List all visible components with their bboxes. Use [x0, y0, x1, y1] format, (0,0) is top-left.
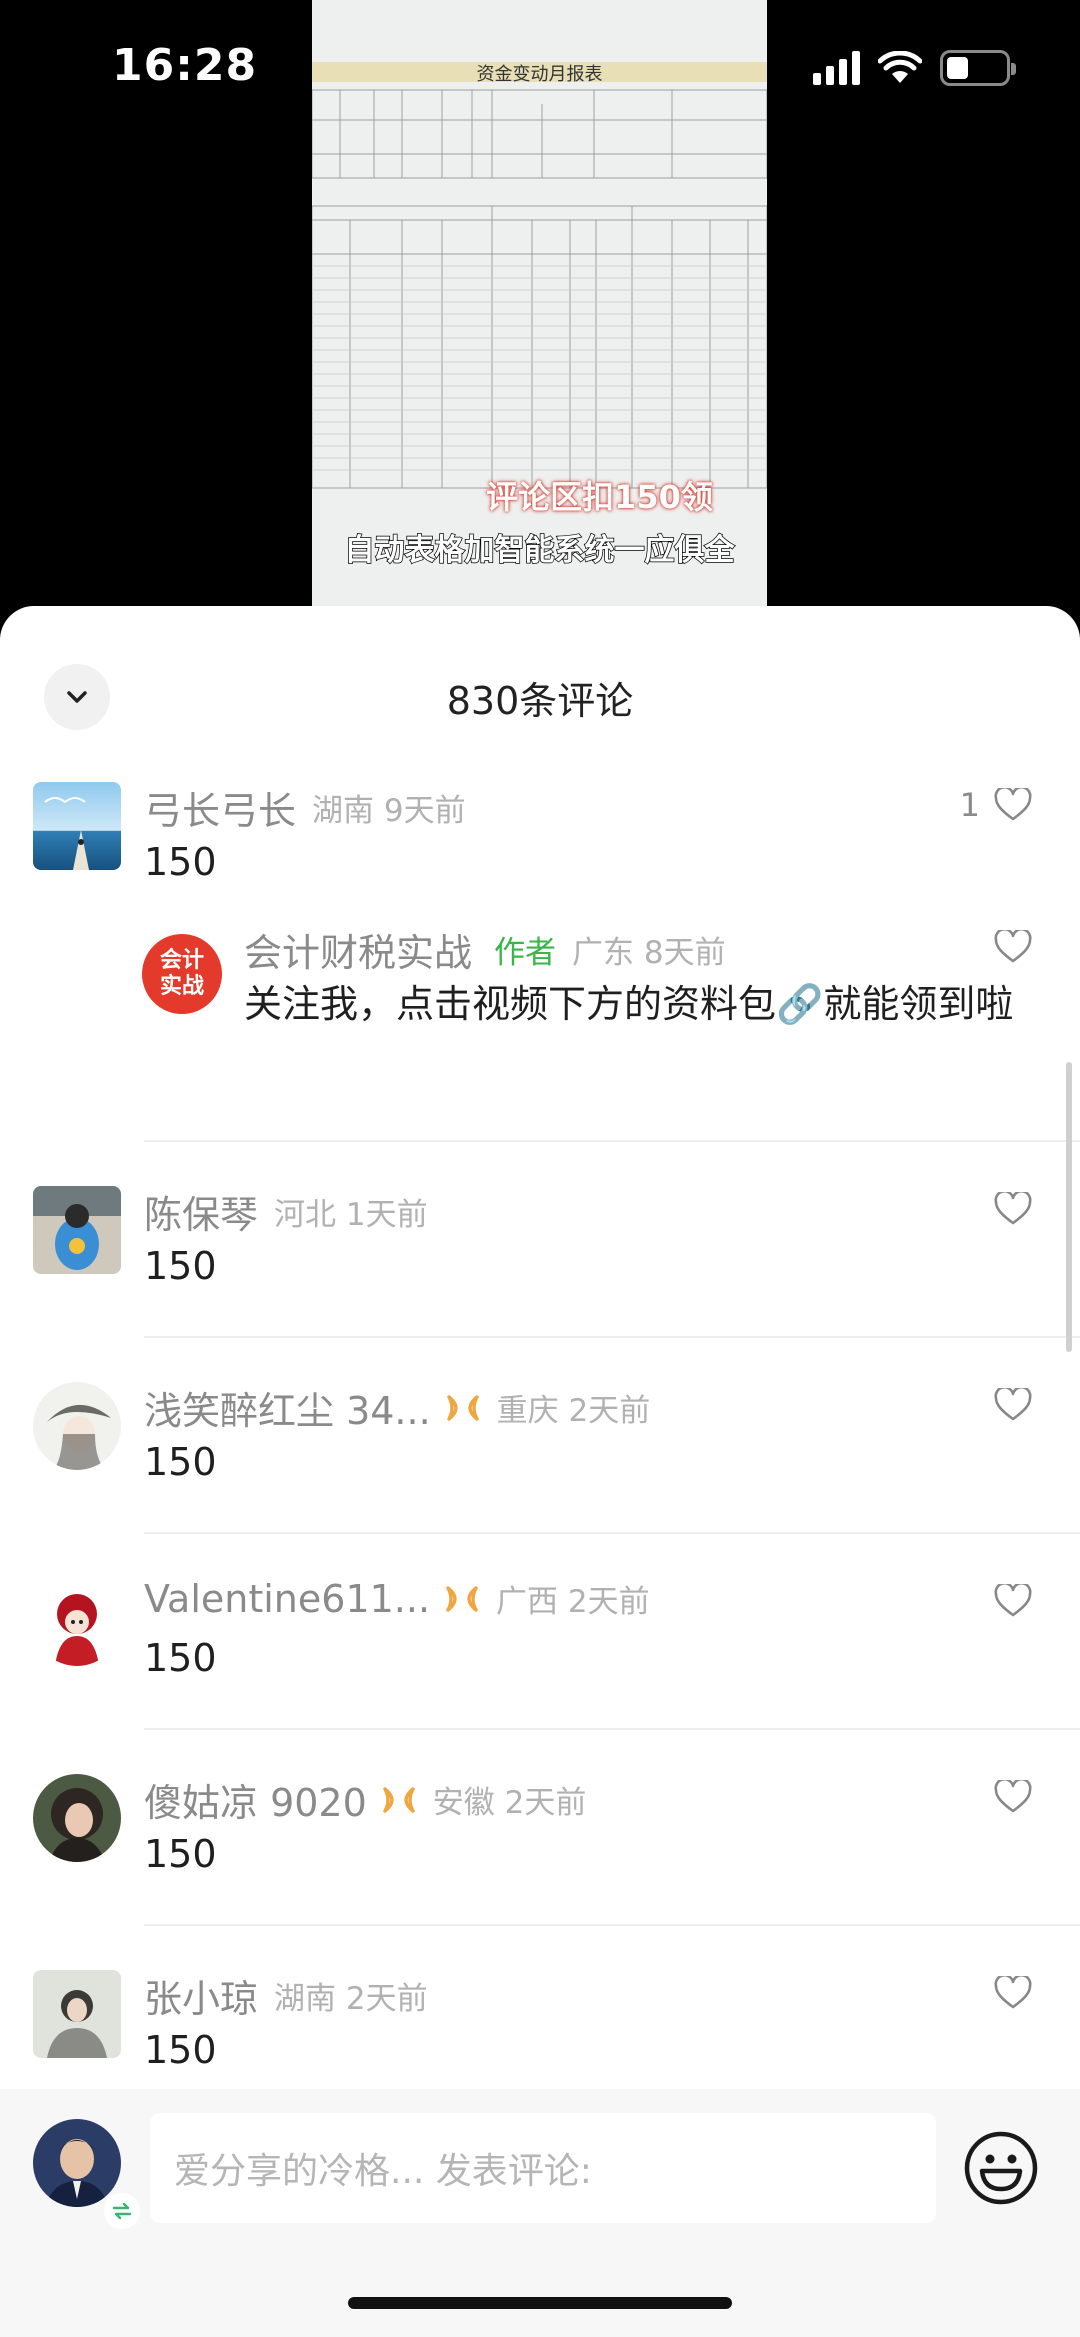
emoji-icon[interactable] — [962, 2129, 1040, 2207]
switch-account-icon[interactable] — [104, 2193, 140, 2229]
comment-reply-item: 会计 实战 会计财税实战 作者 广东 8天前 关注我，点击视频下方的资料包🔗就能… — [0, 906, 1080, 1142]
comment-text: 150 — [144, 1440, 217, 1484]
author-avatar-label: 会计 实战 — [159, 948, 204, 999]
heart-icon — [994, 930, 1032, 963]
comment-author[interactable]: Valentine611... — [144, 1577, 430, 1621]
status-icons — [813, 50, 1016, 86]
comment-header: 傻姑凉 9020 安徽 2天前 — [144, 1772, 586, 1827]
heart-icon — [994, 788, 1032, 821]
comment-header: 陈保琴 河北 1天前 — [144, 1184, 428, 1239]
comment-item: Valentine611... 广西 2天前 150 — [0, 1534, 1080, 1730]
avatar[interactable] — [33, 1186, 121, 1274]
comment-location-time: 广东 8天前 — [572, 935, 726, 971]
comment-header: 浅笑醉红尘 34... 重庆 2天前 — [144, 1380, 650, 1435]
comment-item: 张小琼 湖南 2天前 150 — [0, 1926, 1080, 2082]
comment-location-time: 湖南 9天前 — [312, 793, 466, 829]
vip-bow-icon — [446, 1394, 479, 1421]
comment-location-time: 安徽 2天前 — [432, 1785, 587, 1821]
comment-author[interactable]: 张小琼 — [144, 1968, 258, 2023]
comment-location-time: 河北 1天前 — [274, 1197, 428, 1233]
my-avatar[interactable] — [33, 2119, 121, 2207]
like-button[interactable] — [994, 1976, 1032, 2010]
comment-author[interactable]: 弓长弓长 — [144, 780, 296, 835]
like-button[interactable] — [994, 1584, 1032, 1618]
comment-item: 浅笑醉红尘 34... 重庆 2天前 150 — [0, 1338, 1080, 1534]
comment-text: 150 — [144, 1636, 217, 1680]
video-caption-subtitle: 自动表格加智能系统一应俱全 — [344, 532, 736, 569]
comment-item: 弓长弓长 湖南 9天前 150 1 — [0, 776, 1080, 906]
spreadsheet-grid — [312, 89, 767, 489]
comment-header: 弓长弓长 湖南 9天前 — [144, 780, 466, 835]
comment-text: 150 — [144, 840, 217, 884]
comment-text: 150 — [144, 1832, 217, 1876]
status-time: 16:28 — [112, 40, 258, 91]
avatar[interactable] — [33, 1970, 121, 2058]
comments-sheet: 830条评论 弓长弓长 湖南 9天前 150 1 会计 实战 会计财税实战 作者… — [0, 606, 1080, 2337]
heart-icon — [994, 1780, 1032, 1813]
heart-icon — [994, 1976, 1032, 2009]
comment-list[interactable]: 弓长弓长 湖南 9天前 150 1 会计 实战 会计财税实战 作者 广东 8天前… — [0, 776, 1080, 2082]
comments-scrollbar[interactable] — [1066, 1062, 1072, 1352]
signal-icon — [813, 51, 860, 85]
comment-item: 傻姑凉 9020 安徽 2天前 150 — [0, 1730, 1080, 1926]
avatar[interactable] — [33, 1578, 121, 1666]
heart-icon — [994, 1192, 1032, 1225]
like-count: 1 — [959, 786, 980, 824]
avatar[interactable] — [33, 1774, 121, 1862]
comment-author[interactable]: 浅笑醉红尘 34... — [144, 1380, 431, 1435]
author-badge: 作者 — [494, 935, 557, 971]
home-indicator — [348, 2297, 732, 2309]
wifi-icon — [878, 51, 922, 83]
comment-input-placeholder: 爱分享的冷格... 发表评论: — [174, 2151, 592, 2192]
like-button[interactable] — [994, 1388, 1032, 1422]
status-bar: 16:28 — [0, 0, 1080, 140]
comment-author[interactable]: 傻姑凉 9020 — [144, 1772, 367, 1827]
author-avatar[interactable]: 会计 实战 — [142, 934, 222, 1014]
comment-input-bar: 爱分享的冷格... 发表评论: — [0, 2089, 1080, 2337]
vip-bow-icon — [383, 1786, 415, 1813]
like-button[interactable] — [994, 930, 1032, 964]
comment-item: 陈保琴 河北 1天前 150 — [0, 1142, 1080, 1338]
video-caption-promo: 评论区扣150领 — [486, 478, 713, 516]
comment-location-time: 重庆 2天前 — [496, 1393, 651, 1429]
comment-location-time: 湖南 2天前 — [274, 1981, 428, 2017]
comment-location-time: 广西 2天前 — [496, 1584, 650, 1620]
comment-author[interactable]: 会计财税实战 — [244, 922, 472, 977]
avatar[interactable] — [33, 1382, 121, 1470]
like-button[interactable]: 1 — [960, 786, 1032, 824]
comment-text: 150 — [144, 2028, 217, 2072]
comment-author[interactable]: 陈保琴 — [144, 1184, 258, 1239]
comment-header: 会计财税实战 作者 广东 8天前 — [244, 922, 726, 977]
comment-header: 张小琼 湖南 2天前 — [144, 1968, 428, 2023]
avatar[interactable] — [33, 782, 121, 870]
comment-text: 关注我，点击视频下方的资料包🔗就能领到啦 — [244, 982, 1014, 1026]
comment-text: 150 — [144, 1244, 217, 1288]
battery-level — [947, 57, 969, 79]
battery-icon — [940, 50, 1016, 86]
like-button[interactable] — [994, 1780, 1032, 1814]
like-button[interactable] — [994, 1192, 1032, 1226]
heart-icon — [994, 1584, 1032, 1617]
vip-bow-icon — [446, 1585, 478, 1612]
heart-icon — [994, 1388, 1032, 1421]
comment-input[interactable]: 爱分享的冷格... 发表评论: — [150, 2113, 936, 2223]
comments-count-title: 830条评论 — [446, 679, 634, 723]
comment-header: Valentine611... 广西 2天前 — [144, 1576, 650, 1621]
